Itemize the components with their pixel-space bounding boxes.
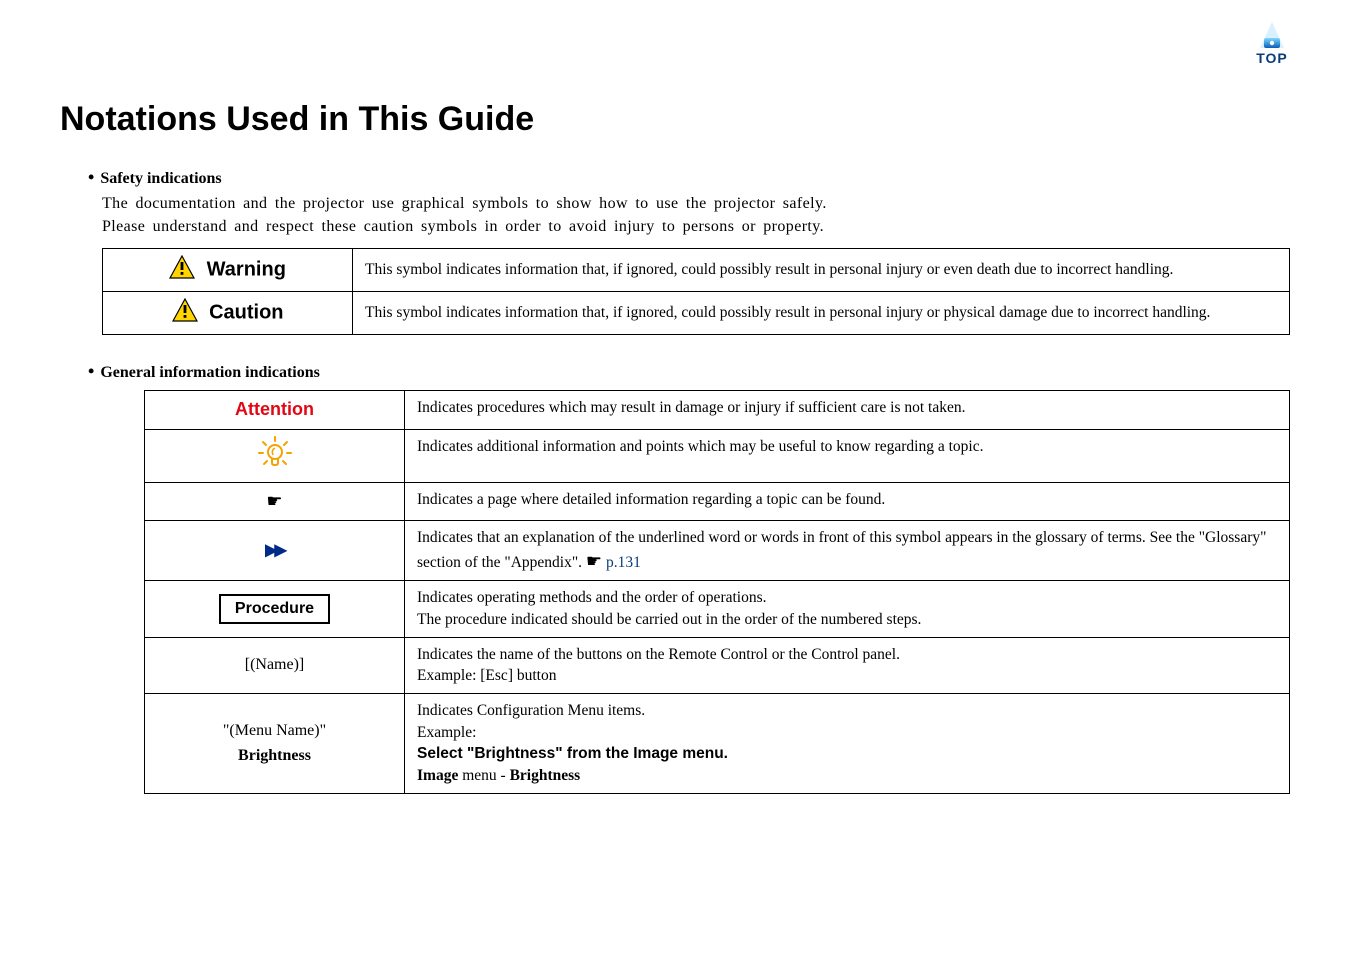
tip-desc: Indicates additional information and poi… [405,429,1290,483]
caution-desc: This symbol indicates information that, … [353,292,1290,335]
top-logo: TOP [1254,20,1290,66]
menu-line4: Image menu - Brightness [417,765,1277,787]
table-row: "(Menu Name)" Brightness Indicates Confi… [145,694,1290,794]
menu-line2: Example: [417,722,1277,744]
general-heading: General information indications [88,361,1290,382]
pointing-hand-icon: ☛ [266,491,282,511]
menu-line4-a: Image [417,767,458,784]
lightbulb-icon [258,457,292,474]
caution-label-cell: Caution [103,292,353,335]
table-row: Procedure Indicates operating methods an… [145,581,1290,637]
caution-label: Caution [209,302,283,324]
caution-triangle-icon [172,298,198,328]
glossary-link[interactable]: p.131 [606,554,641,571]
table-row: Warning This symbol indicates informatio… [103,249,1290,292]
menu-line4-c: Brightness [510,767,581,784]
name-cell: [(Name)] [145,637,405,693]
page-ref-cell: ☛ [145,483,405,521]
info-table: Attention Indicates procedures which may… [144,390,1290,793]
name-line2: Example: [Esc] button [417,665,1277,687]
procedure-line2: The procedure indicated should be carrie… [417,609,1277,631]
safety-intro-2: Please understand and respect these caut… [102,215,1290,238]
name-label: [(Name)] [245,656,305,673]
logo-text: TOP [1254,50,1290,66]
procedure-desc: Indicates operating methods and the orde… [405,581,1290,637]
menu-line1: Indicates Configuration Menu items. [417,700,1277,722]
page-ref-desc: Indicates a page where detailed informat… [405,483,1290,521]
glossary-text: Indicates that an explanation of the und… [417,529,1266,571]
menu-label2: Brightness [157,743,392,769]
projector-icon [1254,20,1290,50]
menu-cell: "(Menu Name)" Brightness [145,694,405,794]
table-row: [(Name)] Indicates the name of the butto… [145,637,1290,693]
warning-label-cell: Warning [103,249,353,292]
table-row: Indicates additional information and poi… [145,429,1290,483]
page-title: Notations Used in This Guide [60,100,1290,139]
procedure-line1: Indicates operating methods and the orde… [417,587,1277,609]
safety-heading: Safety indications [88,167,1290,188]
glossary-desc: Indicates that an explanation of the und… [405,521,1290,581]
warning-triangle-icon [169,255,195,285]
name-line1: Indicates the name of the buttons on the… [417,644,1277,666]
procedure-label: Procedure [219,594,330,624]
table-row: ▶▶ Indicates that an explanation of the … [145,521,1290,581]
glossary-cell: ▶▶ [145,521,405,581]
warning-desc: This symbol indicates information that, … [353,249,1290,292]
menu-desc: Indicates Configuration Menu items. Exam… [405,694,1290,794]
menu-line3: Select "Brightness" from the Image menu. [417,743,1277,765]
table-row: Caution This symbol indicates informatio… [103,292,1290,335]
menu-label1: "(Menu Name)" [157,718,392,744]
tip-cell [145,429,405,483]
attention-cell: Attention [145,391,405,429]
warning-label: Warning [207,259,286,281]
fast-forward-icon: ▶▶ [265,542,284,559]
safety-intro-1: The documentation and the projector use … [102,192,1290,215]
safety-table: Warning This symbol indicates informatio… [102,248,1290,335]
table-row: Attention Indicates procedures which may… [145,391,1290,429]
attention-desc: Indicates procedures which may result in… [405,391,1290,429]
procedure-cell: Procedure [145,581,405,637]
pointing-hand-icon: ☛ [586,551,602,571]
attention-label: Attention [235,399,314,419]
name-desc: Indicates the name of the buttons on the… [405,637,1290,693]
table-row: ☛ Indicates a page where detailed inform… [145,483,1290,521]
menu-line4-b: menu - [458,767,509,784]
